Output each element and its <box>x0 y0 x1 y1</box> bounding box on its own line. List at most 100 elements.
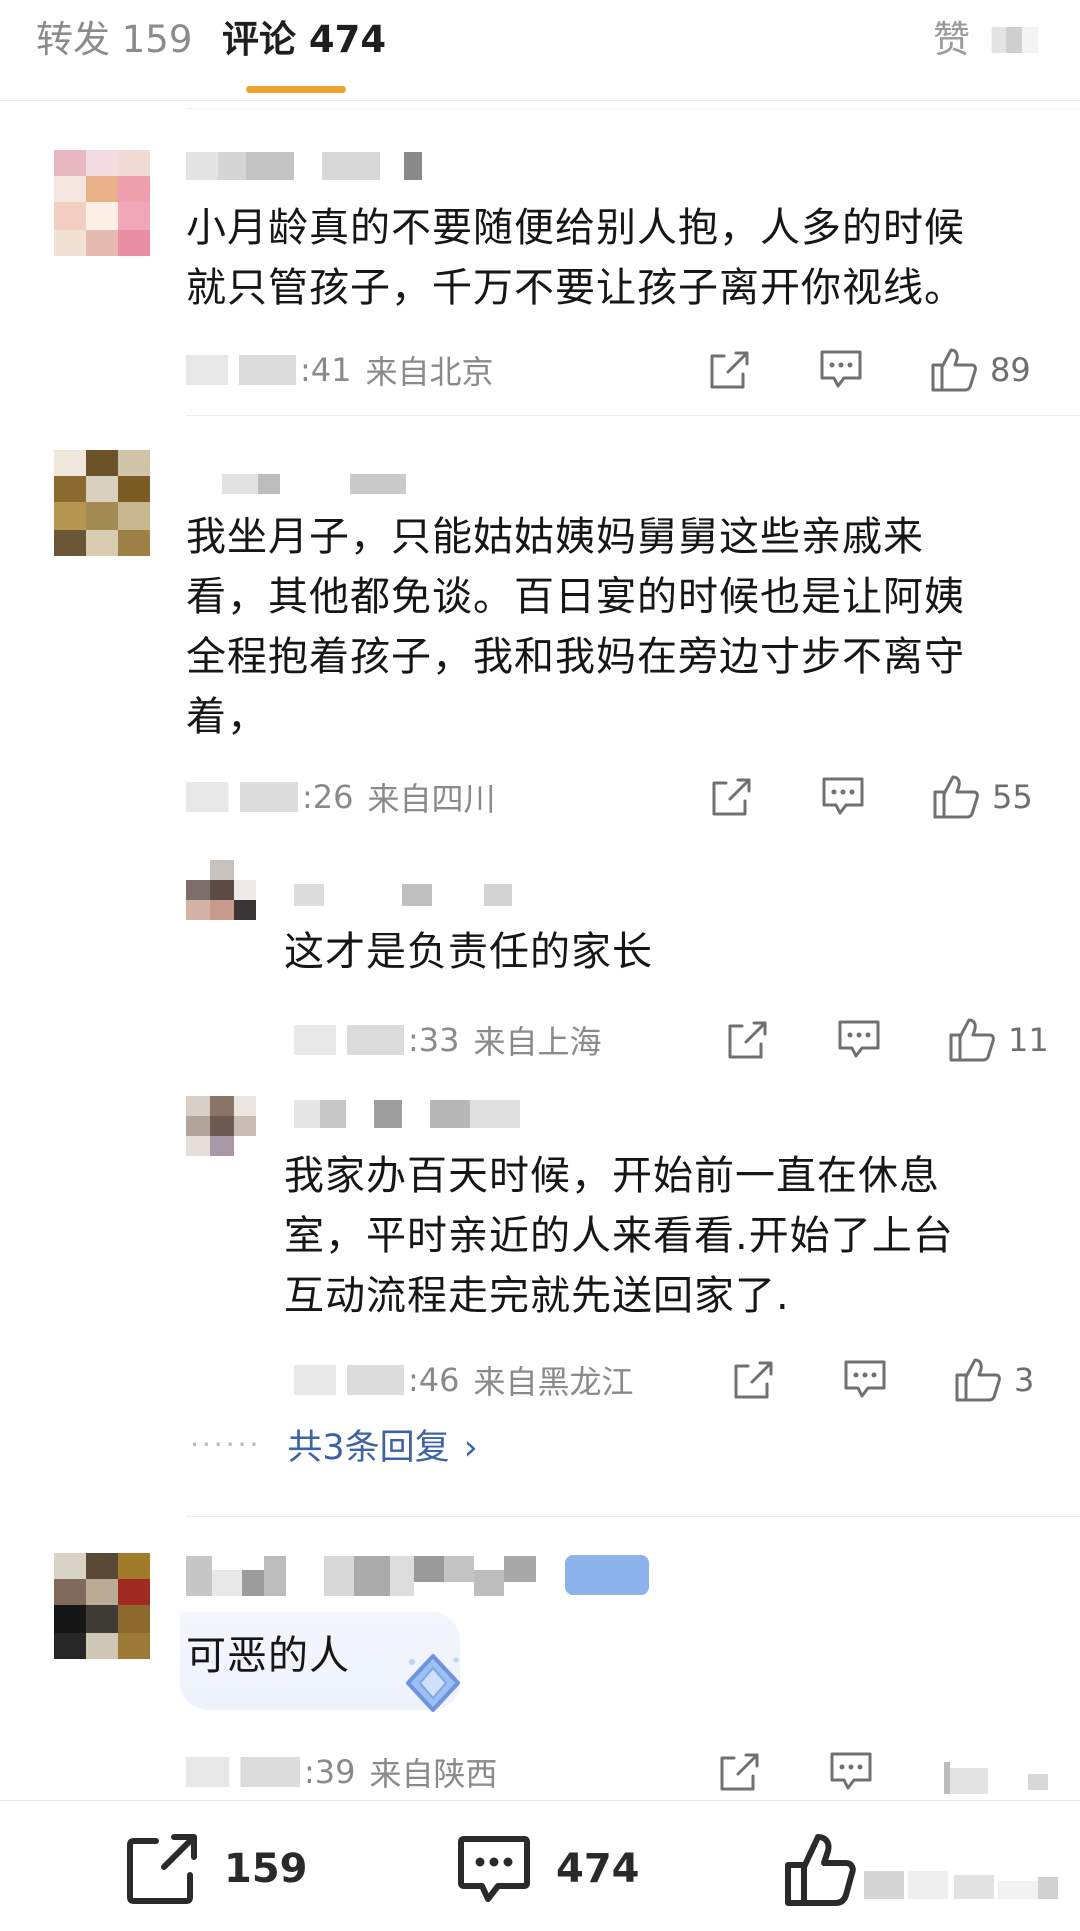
username-blurred[interactable] <box>186 1556 566 1596</box>
comment-location: 来自陕西 <box>369 1755 498 1793</box>
comment-time: :39 <box>304 1753 356 1791</box>
reply-meta: :46 来自黑龙江 <box>294 1356 634 1404</box>
list-top-rule <box>186 108 1080 109</box>
share-icon <box>127 1834 197 1904</box>
reply-meta: :33 来自上海 <box>294 1016 602 1064</box>
reply-text-line: 互动流程走完就先送回家了. <box>284 1273 790 1319</box>
like-button[interactable]: 3 <box>954 1356 1034 1404</box>
more-replies-link[interactable]: ······ 共3条回复 › <box>190 1420 478 1468</box>
bottom-share-button[interactable]: 159 <box>124 1831 308 1907</box>
like-button-blurred[interactable] <box>940 1750 1050 1798</box>
comment-button[interactable] <box>842 1356 888 1404</box>
like-count: 3 <box>1014 1361 1035 1399</box>
like-count: 55 <box>992 778 1033 816</box>
active-tab-indicator <box>246 86 346 93</box>
comment-text-line: 全程抱着孩子，我和我妈在旁边寸步不离守 <box>186 634 965 680</box>
thumbs-up-icon <box>955 1358 1001 1402</box>
comment-button[interactable] <box>820 773 866 821</box>
share-button[interactable] <box>706 346 750 394</box>
share-icon <box>728 1021 767 1059</box>
reply-text-line: 我家办百天时候，开始前一直在休息 <box>284 1153 940 1199</box>
share-button[interactable] <box>708 773 752 821</box>
avatar[interactable] <box>54 1553 150 1659</box>
comment-location: 来自四川 <box>367 780 496 818</box>
bottom-like-button[interactable] <box>784 1831 1064 1907</box>
username-blurred[interactable] <box>186 152 426 182</box>
comment-text-line: 我坐月子，只能姑姑姨妈舅舅这些亲戚来 <box>186 514 924 560</box>
comment-icon <box>820 350 862 388</box>
share-button[interactable] <box>716 1748 760 1796</box>
comment-text-line: 小月龄真的不要随便给别人抱，人多的时候 <box>186 205 965 251</box>
like-count: 89 <box>990 351 1031 389</box>
thumbs-up-icon <box>785 1834 1058 1906</box>
like-count: 11 <box>1008 1021 1049 1059</box>
reply-time: :33 <box>408 1021 460 1059</box>
thumbs-up-icon <box>949 1018 995 1062</box>
comment-meta: :41 来自北京 <box>186 346 494 394</box>
tab-comments[interactable]: 评论 474 <box>222 16 386 64</box>
comment-text-line: 就只管孩子，千万不要让孩子离开你视线。 <box>186 265 965 311</box>
reply-location: 来自上海 <box>473 1023 602 1061</box>
username-blurred[interactable] <box>294 1100 534 1130</box>
more-replies-text: 共3条回复 <box>287 1427 450 1468</box>
timestamp-blurred <box>294 1025 404 1055</box>
avatar[interactable] <box>54 450 150 556</box>
comment-icon <box>838 1020 880 1058</box>
comment-text: 我坐月子，只能姑姑姨妈舅舅这些亲戚来 看，其他都免谈。百日宴的时候也是让阿姨 全… <box>186 507 1056 747</box>
share-icon <box>712 778 751 816</box>
like-count-blurred <box>980 27 1038 53</box>
comment-meta: :39 来自陕西 <box>186 1748 498 1796</box>
reply-text-line: 室，平时亲近的人来看看.开始了上台 <box>284 1213 954 1259</box>
comment-meta: :26 来自四川 <box>186 773 496 821</box>
comment-icon <box>830 1752 872 1790</box>
bottom-comment-button[interactable]: 474 <box>456 1831 640 1907</box>
comment-button[interactable] <box>818 346 864 394</box>
avatar[interactable] <box>186 860 256 940</box>
share-button[interactable] <box>724 1016 768 1064</box>
share-icon <box>720 1753 759 1791</box>
comment-icon <box>458 1836 530 1902</box>
comment-icon <box>822 777 864 815</box>
comment-button[interactable] <box>836 1016 882 1064</box>
more-replies-label: 共3条回复 › <box>287 1419 477 1470</box>
comment-divider <box>186 1516 1080 1517</box>
comment-text-line: 着， <box>186 694 268 740</box>
timestamp-blurred <box>186 782 298 812</box>
tab-likes[interactable]: 赞 <box>933 16 1038 64</box>
share-icon <box>734 1361 773 1399</box>
bottom-action-bar: 159 474 <box>0 1800 1080 1931</box>
like-button[interactable]: 11 <box>948 1016 1049 1064</box>
reply-text: 这才是负责任的家长 <box>284 922 1064 982</box>
comment-tabs: 转发 159 评论 474 赞 <box>0 0 1080 101</box>
chevron-right-icon: › <box>463 1427 478 1468</box>
username-blurred[interactable] <box>284 884 534 914</box>
avatar[interactable] <box>54 150 150 256</box>
like-button[interactable]: 55 <box>932 773 1033 821</box>
timestamp-blurred <box>186 1757 300 1787</box>
comment-button[interactable] <box>828 1748 874 1796</box>
timestamp-blurred <box>186 355 296 385</box>
reply-text-line: 这才是负责任的家长 <box>284 929 653 975</box>
comment-text: 小月龄真的不要随便给别人抱，人多的时候 就只管孩子，千万不要让孩子离开你视线。 <box>186 198 1046 318</box>
avatar[interactable] <box>186 1096 256 1176</box>
username-blurred[interactable] <box>186 466 426 496</box>
comment-count: 474 <box>556 1846 640 1892</box>
thumbs-up-icon <box>933 775 979 819</box>
comment-location: 来自北京 <box>365 353 494 391</box>
reply-time: :46 <box>408 1361 460 1399</box>
thumbs-up-icon <box>944 1762 1048 1794</box>
comment-icon <box>844 1360 886 1398</box>
like-button[interactable]: 89 <box>930 346 1031 394</box>
thumbs-up-icon <box>931 348 977 392</box>
timestamp-blurred <box>294 1365 404 1395</box>
comment-time: :26 <box>302 778 354 816</box>
tab-reposts[interactable]: 转发 159 <box>36 16 192 64</box>
diamond-sticker-icon <box>406 1654 460 1712</box>
tab-likes-label: 赞 <box>933 18 970 61</box>
reply-location: 来自黑龙江 <box>473 1363 634 1401</box>
repost-count: 159 <box>224 1846 308 1892</box>
comment-text-line: 看，其他都免谈。百日宴的时候也是让阿姨 <box>186 574 965 620</box>
comment-divider <box>186 415 1080 416</box>
share-button[interactable] <box>730 1356 774 1404</box>
reply-text: 我家办百天时候，开始前一直在休息 室，平时亲近的人来看看.开始了上台 互动流程走… <box>284 1146 1064 1326</box>
